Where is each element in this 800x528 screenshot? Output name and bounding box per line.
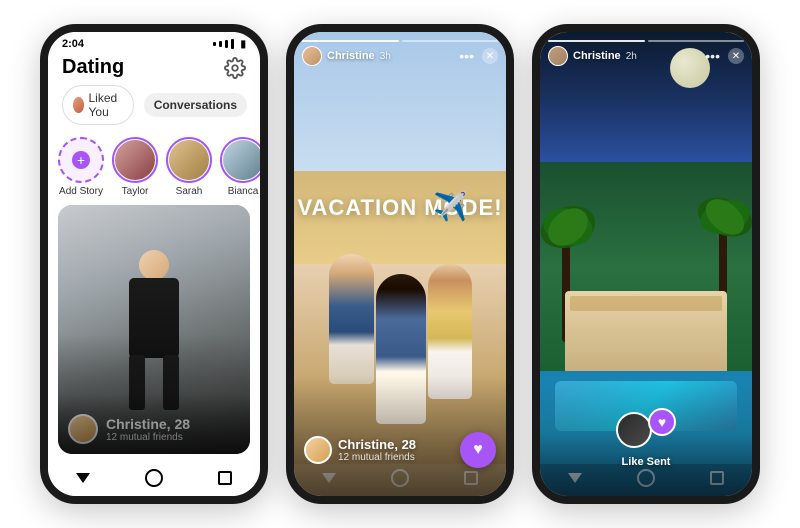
taylor-label: Taylor <box>122 186 149 197</box>
status-icons: ▮ <box>213 39 246 50</box>
sarah-avatar <box>169 140 209 180</box>
story-user-2: Christine 3h <box>302 46 391 66</box>
signal-bar-4 <box>231 39 234 49</box>
story-profile-row: Christine, 28 12 mutual friends <box>304 436 416 464</box>
bianca-label: Bianca <box>228 186 259 197</box>
building-roof <box>570 296 722 311</box>
story-user-3: Christine 2h <box>548 46 637 66</box>
profile-gradient-overlay <box>58 334 250 454</box>
person-1-silhouette <box>329 254 374 384</box>
tabs-row: Liked You Conversations <box>48 85 260 133</box>
like-heart-button[interactable]: ♥ <box>460 432 496 468</box>
signal-bar-3 <box>225 40 228 48</box>
liked-you-tab[interactable]: Liked You <box>62 85 134 125</box>
bianca-avatar <box>223 140 260 180</box>
like-sent-area: ♥ Like Sent <box>540 408 752 468</box>
progress-1 <box>302 40 399 42</box>
status-bar-1: 2:04 ▮ <box>48 32 260 52</box>
story-sarah[interactable]: Sarah <box>166 137 212 197</box>
like-sent-heart-icon: ♥ <box>648 408 676 436</box>
like-sent-profile-avatar <box>616 412 652 448</box>
gear-icon[interactable] <box>224 57 246 79</box>
liked-you-avatar <box>73 97 84 113</box>
phone-frame-3: Christine 2h ••• ✕ ♥ <box>532 24 760 504</box>
battery-icon: ▮ <box>240 39 246 50</box>
progress-3-1 <box>548 40 645 42</box>
stories-row: + Add Story Taylor Sarah <box>48 133 260 205</box>
add-story-ring: + <box>58 137 104 183</box>
taylor-ring <box>112 137 158 183</box>
story-profile-info-2: Christine, 28 12 mutual friends <box>338 437 416 463</box>
like-sent-label: Like Sent <box>622 456 671 468</box>
story-profile-name-2: Christine, 28 <box>338 437 416 452</box>
story-top-bar-2: Christine 3h ••• ✕ <box>294 32 506 70</box>
liked-you-label: Liked You <box>89 91 123 119</box>
phone-2: Christine 3h ••• ✕ VACATION MODE! ✈️ <box>286 24 514 504</box>
story-add[interactable]: + Add Story <box>58 137 104 197</box>
recents-button[interactable] <box>218 471 232 485</box>
progress-bars-2 <box>302 40 498 42</box>
conversations-tab[interactable]: Conversations <box>144 93 247 117</box>
home-button[interactable] <box>145 469 163 487</box>
conversations-label: Conversations <box>154 98 237 112</box>
resort-building <box>565 291 727 371</box>
story-screen-3: Christine 2h ••• ✕ ♥ <box>540 32 752 496</box>
sarah-label: Sarah <box>176 186 203 197</box>
signal-bar-2 <box>219 41 222 47</box>
phone-frame-1: 2:04 ▮ Dating <box>40 24 268 504</box>
more-options-icon-3[interactable]: ••• <box>705 48 720 64</box>
taylor-avatar <box>115 140 155 180</box>
phone-1: 2:04 ▮ Dating <box>40 24 268 504</box>
plane-emoji: ✈️ <box>433 190 468 223</box>
story-actions-3: ••• ✕ <box>705 48 744 64</box>
nav-bar-1 <box>48 464 260 496</box>
story-top-info-3: Christine 2h ••• ✕ <box>548 46 744 66</box>
bianca-ring <box>220 137 260 183</box>
add-story-label: Add Story <box>59 186 103 197</box>
story-avatar-2 <box>302 46 322 66</box>
head <box>139 250 169 280</box>
back-button[interactable] <box>76 473 90 483</box>
story-avatar-3 <box>548 46 568 66</box>
story-time-2: 3h <box>380 51 391 62</box>
story-top-info-2: Christine 3h ••• ✕ <box>302 46 498 66</box>
sarah-ring <box>166 137 212 183</box>
story-screen-2: Christine 3h ••• ✕ VACATION MODE! ✈️ <box>294 32 506 496</box>
vacation-text: VACATION MODE! <box>297 195 502 221</box>
progress-bars-3 <box>548 40 744 42</box>
progress-2 <box>402 40 499 42</box>
progress-3-2 <box>648 40 745 42</box>
resort-trees-area <box>540 162 752 371</box>
story-profile-avatar-2 <box>304 436 332 464</box>
profile-card[interactable]: Christine, 28 12 mutual friends <box>58 205 250 454</box>
story-username-3: Christine <box>573 50 621 62</box>
like-sent-container: ♥ Like Sent <box>616 408 676 468</box>
phone-frame-2: Christine 3h ••• ✕ VACATION MODE! ✈️ <box>286 24 514 504</box>
app-header: Dating <box>48 52 260 85</box>
time-display: 2:04 <box>62 38 84 50</box>
story-username-2: Christine <box>327 50 375 62</box>
close-story-button[interactable]: ✕ <box>482 48 498 64</box>
story-actions-2: ••• ✕ <box>459 48 498 64</box>
dating-home-screen: 2:04 ▮ Dating <box>48 32 260 496</box>
app-title: Dating <box>62 56 124 79</box>
story-bottom-bar-2: Christine, 28 12 mutual friends ♥ <box>294 432 506 468</box>
story-time-3: 2h <box>626 51 637 62</box>
signal-bar-1 <box>213 42 216 46</box>
add-story-plus: + <box>72 151 90 169</box>
story-top-bar-3: Christine 2h ••• ✕ <box>540 32 752 70</box>
close-story-button-3[interactable]: ✕ <box>728 48 744 64</box>
phone-3: Christine 2h ••• ✕ ♥ <box>532 24 760 504</box>
story-taylor[interactable]: Taylor <box>112 137 158 197</box>
story-bianca[interactable]: Bianca <box>220 137 260 197</box>
more-options-icon[interactable]: ••• <box>459 48 474 64</box>
story-mutual-2: 12 mutual friends <box>338 452 416 463</box>
like-sent-avatar-stack: ♥ <box>616 408 676 452</box>
